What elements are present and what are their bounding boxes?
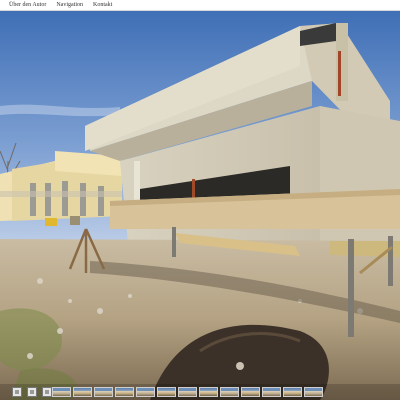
panorama-image[interactable] <box>0 11 400 400</box>
panorama-thumbnail[interactable] <box>52 387 71 397</box>
panorama-thumbnail[interactable] <box>220 387 239 397</box>
panorama-thumbnail[interactable] <box>178 387 197 397</box>
menu-item-navigation[interactable]: Navigation <box>56 0 83 11</box>
panorama-thumbnail[interactable] <box>304 387 323 397</box>
map-icon[interactable] <box>42 387 52 397</box>
panorama-thumbnail[interactable] <box>73 387 92 397</box>
panorama-thumbnail[interactable] <box>262 387 281 397</box>
top-menu-bar: Über den Autor Navigation Kontakt <box>0 0 400 11</box>
panorama-thumbnail[interactable] <box>241 387 260 397</box>
panorama-thumbnail[interactable] <box>115 387 134 397</box>
panorama-thumbnail[interactable] <box>136 387 155 397</box>
menu-item-contact[interactable]: Kontakt <box>93 0 112 11</box>
image-icon[interactable] <box>12 387 22 397</box>
fullscreen-icon[interactable] <box>27 387 37 397</box>
menu-item-about-author[interactable]: Über den Autor <box>9 0 46 11</box>
panorama-thumbnail[interactable] <box>199 387 218 397</box>
panorama-viewer: Über den Autor Navigation Kontakt <box>0 0 400 400</box>
panorama-thumbnail[interactable] <box>94 387 113 397</box>
panorama-thumbnail[interactable] <box>283 387 302 397</box>
panorama-thumbnail[interactable] <box>157 387 176 397</box>
bottom-toolbar <box>0 384 400 400</box>
